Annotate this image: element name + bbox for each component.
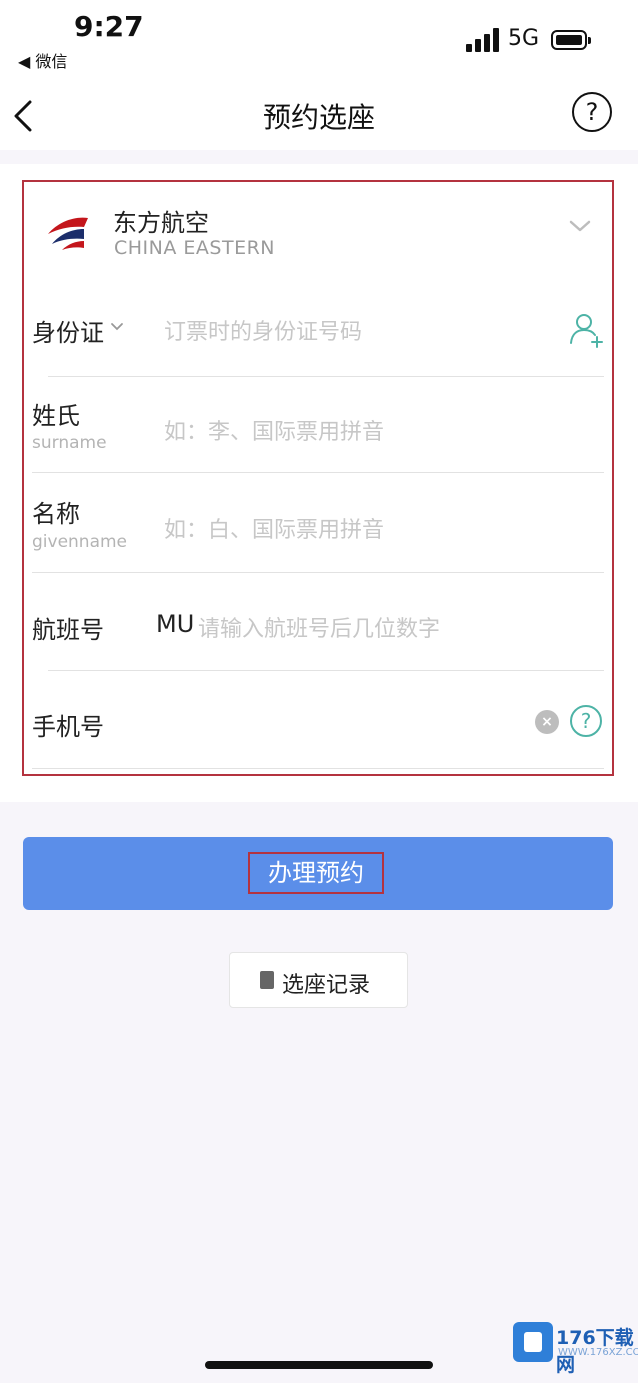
- flight-prefix: MU: [156, 610, 195, 638]
- clear-icon[interactable]: ×: [535, 710, 559, 734]
- seat-history-label: 选座记录: [282, 973, 371, 998]
- chevron-down-icon[interactable]: [568, 218, 592, 234]
- divider: [48, 670, 604, 671]
- surname-sublabel: surname: [32, 433, 107, 453]
- nav-bar: 预约选座 ?: [0, 80, 638, 150]
- status-time: 9:27: [74, 10, 144, 43]
- status-bar: 9:27 ◀ 微信 5G: [0, 0, 638, 80]
- home-indicator[interactable]: [205, 1361, 433, 1369]
- flight-number-label: 航班号: [32, 616, 104, 644]
- givenname-label: 名称: [32, 500, 80, 528]
- signal-icon: [466, 28, 500, 52]
- submit-reservation-label[interactable]: 办理预约: [248, 852, 384, 894]
- watermark-logo-icon: [513, 1322, 553, 1362]
- airline-name: 东方航空: [113, 209, 209, 237]
- id-type-selector[interactable]: 身份证: [32, 313, 104, 348]
- phone-help-icon[interactable]: ?: [570, 705, 602, 737]
- record-icon: [260, 971, 274, 989]
- page-title: 预约选座: [262, 101, 375, 134]
- watermark-url: WWW.176XZ.COM: [558, 1347, 638, 1358]
- divider: [32, 472, 604, 473]
- flight-number-input[interactable]: 请输入航班号后几位数字: [198, 611, 440, 643]
- network-type: 5G: [508, 26, 540, 51]
- phone-label: 手机号: [32, 713, 104, 741]
- divider: [48, 376, 604, 377]
- seat-history-button[interactable]: 选座记录: [229, 952, 408, 1008]
- givenname-input[interactable]: 如：白、国际票用拼音: [164, 512, 384, 544]
- divider: [32, 572, 604, 573]
- surname-label: 姓氏: [32, 402, 80, 430]
- divider: [32, 768, 604, 769]
- givenname-sublabel: givenname: [32, 532, 128, 552]
- battery-icon: [551, 30, 591, 50]
- china-eastern-logo-icon: [48, 217, 88, 250]
- airline-name-en: CHINA EASTERN: [114, 237, 275, 259]
- highlight-frame: [22, 180, 614, 776]
- add-passenger-icon[interactable]: [568, 310, 606, 348]
- id-number-input[interactable]: 订票时的身份证号码: [164, 314, 362, 346]
- surname-input[interactable]: 如：李、国际票用拼音: [164, 414, 384, 446]
- id-type-chevron-icon[interactable]: [110, 322, 124, 332]
- help-icon[interactable]: ?: [572, 92, 612, 132]
- back-to-wechat-link[interactable]: ◀ 微信: [18, 48, 67, 72]
